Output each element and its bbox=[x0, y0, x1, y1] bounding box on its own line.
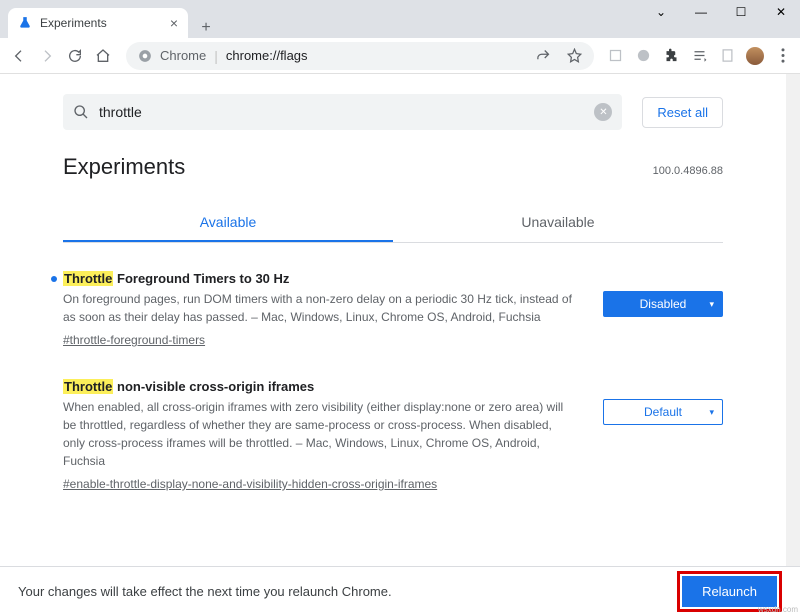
chevron-down-icon: ▾ bbox=[709, 407, 714, 418]
flag-anchor-link[interactable]: #enable-throttle-display-none-and-visibi… bbox=[63, 477, 437, 491]
flag-description: On foreground pages, run DOM timers with… bbox=[63, 290, 575, 326]
reading-list-icon[interactable] bbox=[690, 47, 708, 65]
address-bar[interactable]: Chrome | chrome://flags bbox=[126, 42, 594, 70]
tab-strip: Experiments × + bbox=[0, 0, 216, 38]
maximize-button[interactable]: ☐ bbox=[728, 2, 754, 22]
square-icon[interactable] bbox=[606, 47, 624, 65]
share-icon[interactable] bbox=[536, 48, 551, 63]
modified-dot-icon bbox=[51, 276, 57, 282]
minimize-button[interactable]: — bbox=[688, 2, 714, 22]
reload-button[interactable] bbox=[64, 45, 86, 67]
stop-icon[interactable] bbox=[634, 47, 652, 65]
flag-select-disabled[interactable]: Disabled ▾ bbox=[603, 291, 723, 317]
profile-avatar[interactable] bbox=[746, 47, 764, 65]
window-controls: ⌄ — ☐ ✕ bbox=[648, 2, 794, 22]
clear-search-icon[interactable]: ✕ bbox=[594, 103, 612, 121]
tab-title: Experiments bbox=[40, 16, 107, 30]
chevron-down-icon: ▾ bbox=[709, 299, 714, 310]
flask-icon bbox=[18, 16, 32, 30]
browser-toolbar: Chrome | chrome://flags bbox=[0, 38, 800, 74]
chrome-icon bbox=[138, 49, 152, 63]
close-window-button[interactable]: ✕ bbox=[768, 2, 794, 22]
tab-unavailable[interactable]: Unavailable bbox=[393, 204, 723, 242]
menu-icon[interactable] bbox=[774, 47, 792, 65]
flag-item: Throttle Foreground Timers to 30 Hz On f… bbox=[63, 271, 723, 347]
new-tab-button[interactable]: + bbox=[196, 18, 216, 38]
back-button[interactable] bbox=[8, 45, 30, 67]
chevron-down-icon[interactable]: ⌄ bbox=[648, 2, 674, 22]
flag-anchor-link[interactable]: #throttle-foreground-timers bbox=[63, 333, 205, 347]
extension-icons bbox=[606, 47, 792, 65]
flag-description: When enabled, all cross-origin iframes w… bbox=[63, 398, 575, 470]
search-box[interactable]: ✕ bbox=[63, 94, 622, 130]
search-input[interactable] bbox=[99, 104, 584, 120]
watermark: wsxdn.com bbox=[758, 605, 798, 614]
relaunch-bar: Your changes will take effect the next t… bbox=[0, 566, 800, 616]
flags-tabs: Available Unavailable bbox=[63, 204, 723, 243]
flag-select-default[interactable]: Default ▾ bbox=[603, 399, 723, 425]
relaunch-message: Your changes will take effect the next t… bbox=[18, 584, 392, 599]
forward-button[interactable] bbox=[36, 45, 58, 67]
reset-all-button[interactable]: Reset all bbox=[642, 97, 723, 128]
url-scheme: Chrome bbox=[160, 48, 206, 63]
browser-tab[interactable]: Experiments × bbox=[8, 8, 188, 38]
url-separator: | bbox=[214, 48, 218, 64]
page-content: ✕ Reset all Experiments 100.0.4896.88 Av… bbox=[0, 74, 786, 566]
page-title: Experiments bbox=[63, 154, 185, 180]
url-text: chrome://flags bbox=[226, 48, 308, 63]
flag-item: Throttle non-visible cross-origin iframe… bbox=[63, 379, 723, 491]
star-icon[interactable] bbox=[567, 48, 582, 63]
tab-available[interactable]: Available bbox=[63, 204, 393, 242]
version-label: 100.0.4896.88 bbox=[653, 165, 723, 177]
relaunch-button[interactable]: Relaunch bbox=[682, 576, 777, 607]
notes-icon[interactable] bbox=[718, 47, 736, 65]
extensions-icon[interactable] bbox=[662, 47, 680, 65]
flag-title: Throttle non-visible cross-origin iframe… bbox=[63, 379, 575, 394]
search-icon bbox=[73, 104, 89, 120]
flag-title: Throttle Foreground Timers to 30 Hz bbox=[63, 271, 575, 286]
scrollbar[interactable] bbox=[786, 74, 800, 566]
window-titlebar: Experiments × + ⌄ — ☐ ✕ bbox=[0, 0, 800, 38]
home-button[interactable] bbox=[92, 45, 114, 67]
close-icon[interactable]: × bbox=[170, 15, 178, 31]
